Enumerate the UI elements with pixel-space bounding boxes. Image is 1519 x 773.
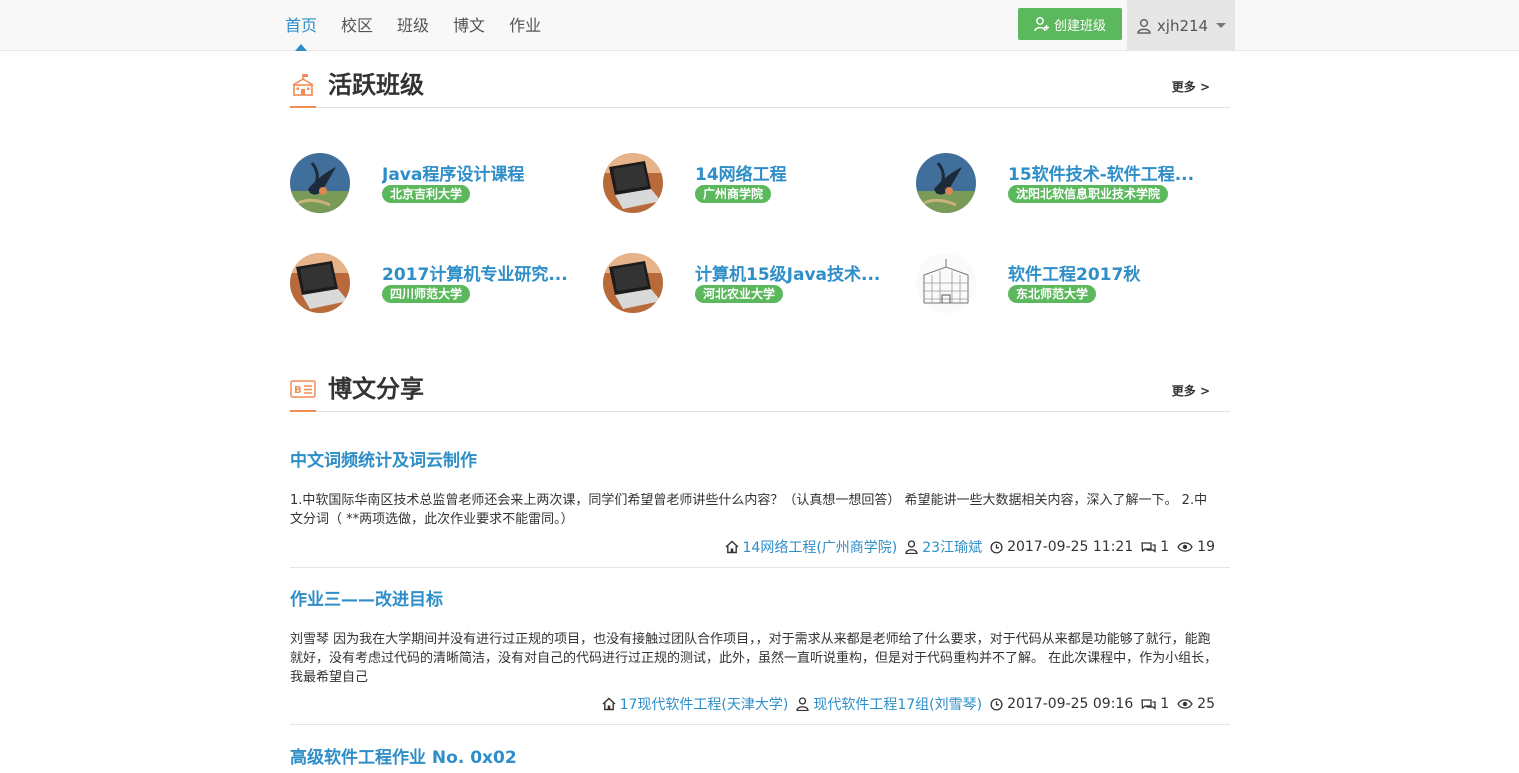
school-badge[interactable]: 四川师范大学 <box>382 285 471 303</box>
post-time: 2017-09-25 09:16 <box>990 696 1133 712</box>
class-name[interactable]: 2017计算机专业研究... <box>382 260 582 285</box>
class-name[interactable]: 15软件技术-软件工程... <box>1008 160 1208 185</box>
class-card: 2017计算机专业研究... 四川师范大学 <box>290 253 590 315</box>
post-meta: 17现代软件工程(天津大学) 现代软件工程17组(刘雪琴) 2017-09-25… <box>602 694 1215 714</box>
class-name[interactable]: 计算机15级Java技术... <box>695 260 895 285</box>
laptop-image <box>603 153 663 213</box>
home-icon <box>602 697 616 711</box>
comments-icon <box>1141 541 1156 553</box>
post-title[interactable]: 中文词频统计及词云制作 <box>290 446 1230 471</box>
post-author-link[interactable]: 23江瑜斌 <box>922 537 982 557</box>
class-card: 软件工程2017秋 东北师范大学 <box>916 253 1216 315</box>
class-avatar[interactable] <box>603 253 663 313</box>
post-views-count: 25 <box>1197 696 1215 712</box>
class-name[interactable]: 软件工程2017秋 <box>1008 260 1208 285</box>
school-badge[interactable]: 沈阳北软信息职业技术学院 <box>1008 185 1169 203</box>
post-title[interactable]: 作业三——改进目标 <box>290 585 1230 610</box>
swallow-bird-image <box>916 153 976 213</box>
post-class: 17现代软件工程(天津大学) <box>602 694 789 714</box>
school-badge[interactable]: 河北农业大学 <box>695 285 784 303</box>
class-avatar[interactable] <box>603 153 663 213</box>
section-underline <box>290 410 316 412</box>
username: xjh214 <box>1156 16 1209 35</box>
active-classes-header: 活跃班级 更多 > <box>290 68 1230 108</box>
post-comments-count: 1 <box>1160 539 1170 555</box>
post-summary: 刘雪琴 因为我在大学期间并没有进行过正规的项目，也没有接触过团队合作项目，，对于… <box>290 632 1218 685</box>
post-views-count: 19 <box>1197 539 1215 555</box>
nav-campus[interactable]: 校区 <box>341 0 373 51</box>
nav-home[interactable]: 首页 <box>285 0 317 51</box>
create-class-label: 创建班级 <box>1053 18 1106 34</box>
post-meta: 14网络工程(广州商学院) 23江瑜斌 2017-09-25 11:21 1 1… <box>725 537 1215 557</box>
more-classes-link[interactable]: 更多 > <box>1172 78 1210 95</box>
blog-post: 中文词频统计及词云制作 1.中软国际华南区技术总监曾老师还会来上两次课，同学们希… <box>290 446 1230 568</box>
post-time-value: 2017-09-25 11:21 <box>1007 539 1134 555</box>
eye-icon <box>1177 699 1193 709</box>
nav-classes[interactable]: 班级 <box>397 0 429 51</box>
laptop-image <box>290 253 350 313</box>
school-badge[interactable]: 广州商学院 <box>695 185 772 203</box>
class-card: 14网络工程 广州商学院 <box>603 153 903 215</box>
class-card: 计算机15级Java技术... 河北农业大学 <box>603 253 903 315</box>
post-author: 现代软件工程17组(刘雪琴) <box>796 694 982 714</box>
eye-icon <box>1177 542 1193 552</box>
top-navbar: 首页 校区 班级 博文 作业 创建班级 xjh214 <box>0 0 1519 51</box>
post-time-value: 2017-09-25 09:16 <box>1007 696 1134 712</box>
clock-icon <box>990 697 1003 711</box>
laptop-image <box>603 253 663 313</box>
post-class-link[interactable]: 14网络工程(广州商学院) <box>743 537 898 557</box>
blog-post: 高级软件工程作业 No. 0x02 <box>290 743 1230 773</box>
class-avatar[interactable] <box>290 153 350 213</box>
post-summary: 1.中软国际华南区技术总监曾老师还会来上两次课，同学们希望曾老师讲些什么内容？（… <box>290 493 1208 527</box>
post-author: 23江瑜斌 <box>905 537 982 557</box>
school-badge[interactable]: 北京吉利大学 <box>382 185 471 203</box>
post-class: 14网络工程(广州商学院) <box>725 537 898 557</box>
create-class-button[interactable]: 创建班级 <box>1018 8 1122 40</box>
user-icon <box>905 540 918 554</box>
chevron-down-icon <box>1216 23 1227 28</box>
section-underline <box>290 106 316 108</box>
class-avatar[interactable] <box>290 253 350 313</box>
clock-icon <box>990 540 1003 554</box>
post-comments: 1 <box>1141 539 1169 555</box>
post-comments-count: 1 <box>1160 696 1170 712</box>
building-sketch-image <box>916 253 976 313</box>
class-card: Java程序设计课程 北京吉利大学 <box>290 153 590 215</box>
user-menu[interactable]: xjh214 <box>1127 0 1235 51</box>
home-icon <box>725 540 738 554</box>
svg-text:B: B <box>294 385 302 396</box>
post-views: 25 <box>1177 696 1215 712</box>
school-badge[interactable]: 东北师范大学 <box>1008 285 1097 303</box>
add-user-icon <box>1034 17 1049 32</box>
class-card: 15软件技术-软件工程... 沈阳北软信息职业技术学院 <box>916 153 1216 215</box>
post-title[interactable]: 高级软件工程作业 No. 0x02 <box>290 743 1230 768</box>
blog-icon: B <box>290 380 316 398</box>
post-comments: 1 <box>1141 696 1169 712</box>
class-name[interactable]: 14网络工程 <box>695 160 895 185</box>
comments-icon <box>1141 698 1156 710</box>
swallow-bird-image <box>290 153 350 213</box>
post-views: 19 <box>1177 539 1215 555</box>
post-time: 2017-09-25 11:21 <box>990 539 1133 555</box>
section-title: 博文分享 <box>328 375 424 403</box>
post-author-link[interactable]: 现代软件工程17组(刘雪琴) <box>813 694 982 714</box>
user-icon <box>1137 18 1151 34</box>
blog-header: B 博文分享 更多 > <box>290 372 1230 412</box>
nav-homework[interactable]: 作业 <box>509 0 541 51</box>
class-name[interactable]: Java程序设计课程 <box>382 160 582 185</box>
class-avatar[interactable] <box>916 253 976 313</box>
more-blog-link[interactable]: 更多 > <box>1172 382 1210 399</box>
nav-blog[interactable]: 博文 <box>453 0 485 51</box>
class-avatar[interactable] <box>916 153 976 213</box>
main-nav: 首页 校区 班级 博文 作业 <box>285 0 565 51</box>
blog-post: 作业三——改进目标 刘雪琴 因为我在大学期间并没有进行过正规的项目，也没有接触过… <box>290 585 1230 725</box>
school-icon <box>292 74 314 96</box>
section-title: 活跃班级 <box>328 71 424 99</box>
user-icon <box>796 697 809 711</box>
post-class-link[interactable]: 17现代软件工程(天津大学) <box>620 694 789 714</box>
